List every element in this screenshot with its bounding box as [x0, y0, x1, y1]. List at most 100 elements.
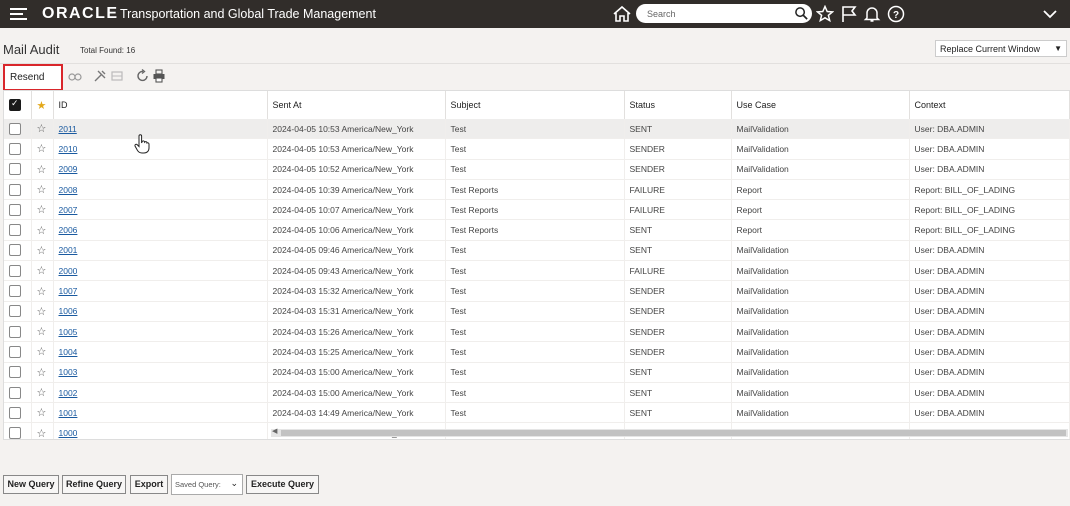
favorite-star-icon[interactable]: ☆	[37, 204, 47, 216]
row-favorite-cell[interactable]: ☆	[31, 321, 54, 343]
export-button[interactable]: Export	[130, 475, 168, 494]
table-row[interactable]: ☆ 1006 2024-04-03 15:31 America/New_York Te…	[4, 301, 1070, 322]
row-select-cell[interactable]	[4, 119, 32, 140]
row-id-link[interactable]: 2001	[59, 245, 78, 255]
table-row[interactable]: ☆ 2010 2024-04-05 10:53 America/New_York Te…	[4, 138, 1070, 160]
chevron-down-icon[interactable]	[1042, 7, 1058, 21]
row-id-link[interactable]: 1000	[59, 428, 78, 438]
column-header-context[interactable]: Context	[909, 91, 1070, 119]
view-icon[interactable]	[68, 69, 82, 83]
row-favorite-cell[interactable]: ☆	[31, 260, 54, 282]
row-id-link[interactable]: 2006	[59, 225, 78, 235]
row-id-link[interactable]: 1001	[59, 408, 78, 418]
row-favorite-cell[interactable]: ☆	[31, 280, 54, 302]
layout-icon[interactable]	[110, 69, 124, 83]
table-row[interactable]: ☆ 2009 2024-04-05 10:52 America/New_York Te…	[4, 159, 1070, 180]
row-favorite-cell[interactable]: ☆	[31, 341, 54, 363]
column-header-id[interactable]: ID	[53, 91, 268, 119]
row-select-cell[interactable]	[4, 199, 32, 221]
row-id-cell[interactable]: 1007	[53, 280, 268, 302]
row-id-link[interactable]: 2007	[59, 205, 78, 215]
row-id-cell[interactable]: 1006	[53, 301, 268, 322]
notifications-bell-icon[interactable]	[863, 5, 881, 23]
row-favorite-cell[interactable]: ☆	[31, 301, 54, 322]
row-id-cell[interactable]: 2009	[53, 159, 268, 180]
row-checkbox[interactable]	[9, 427, 21, 439]
favorite-star-icon[interactable]: ☆	[37, 225, 47, 237]
home-icon[interactable]	[612, 5, 632, 23]
new-query-button[interactable]: New Query	[3, 475, 59, 494]
print-icon[interactable]	[152, 69, 166, 83]
row-select-cell[interactable]	[4, 159, 32, 180]
table-row[interactable]: ☆ 2007 2024-04-05 10:07 America/New_York Te…	[4, 199, 1070, 221]
row-checkbox[interactable]	[9, 345, 21, 358]
row-select-cell[interactable]	[4, 402, 32, 424]
row-select-cell[interactable]	[4, 422, 32, 439]
search-box[interactable]	[636, 4, 812, 23]
row-id-cell[interactable]: 2006	[53, 219, 268, 241]
row-favorite-cell[interactable]: ☆	[31, 119, 54, 140]
favorite-star-icon[interactable]: ☆	[37, 387, 47, 399]
row-favorite-cell[interactable]: ☆	[31, 138, 54, 160]
table-row[interactable]: ☆ 1001 2024-04-03 14:49 America/New_York Te…	[4, 402, 1070, 424]
favorite-star-icon[interactable]: ☆	[37, 265, 47, 277]
favorite-star-icon[interactable]: ☆	[37, 245, 47, 257]
row-checkbox[interactable]	[9, 183, 21, 196]
table-row[interactable]: ☆ 1004 2024-04-03 15:25 America/New_York Te…	[4, 341, 1070, 363]
column-header-subject[interactable]: Subject	[445, 91, 625, 119]
row-favorite-cell[interactable]: ☆	[31, 422, 54, 439]
row-checkbox[interactable]	[9, 264, 21, 277]
row-favorite-cell[interactable]: ☆	[31, 240, 54, 262]
row-id-cell[interactable]: 1003	[53, 362, 268, 383]
row-select-cell[interactable]	[4, 341, 32, 363]
row-checkbox[interactable]	[9, 386, 21, 399]
row-favorite-cell[interactable]: ☆	[31, 382, 54, 404]
saved-query-select[interactable]: Saved Query: ⌄	[171, 474, 243, 495]
select-all-cell[interactable]	[4, 91, 32, 119]
row-select-cell[interactable]	[4, 138, 32, 160]
favorite-star-icon[interactable]: ☆	[37, 346, 47, 358]
row-id-link[interactable]: 1002	[59, 388, 78, 398]
row-id-cell[interactable]: 2001	[53, 240, 268, 262]
row-id-cell[interactable]: 2011	[53, 119, 268, 140]
row-id-link[interactable]: 1003	[59, 367, 78, 377]
row-checkbox[interactable]	[9, 122, 21, 135]
row-id-cell[interactable]: 1000	[53, 422, 268, 439]
table-row[interactable]: ☆ 2008 2024-04-05 10:39 America/New_York Te…	[4, 179, 1070, 201]
column-header-sent-at[interactable]: Sent At	[267, 91, 446, 119]
execute-query-button[interactable]: Execute Query	[246, 475, 319, 494]
favorite-star-icon[interactable]: ☆	[37, 428, 47, 439]
favorite-star-icon[interactable]: ☆	[37, 123, 47, 135]
flag-icon[interactable]	[840, 5, 858, 23]
search-icon[interactable]	[794, 6, 809, 21]
help-icon[interactable]: ?	[887, 5, 905, 23]
row-checkbox[interactable]	[9, 406, 21, 419]
row-select-cell[interactable]	[4, 260, 32, 282]
row-id-cell[interactable]: 1005	[53, 321, 268, 343]
refresh-icon[interactable]	[136, 69, 150, 83]
favorite-star-icon[interactable]: ☆	[37, 367, 47, 379]
row-id-link[interactable]: 2000	[59, 266, 78, 276]
row-id-cell[interactable]: 1004	[53, 341, 268, 363]
row-favorite-cell[interactable]: ☆	[31, 219, 54, 241]
horizontal-scrollbar[interactable]: ◀	[271, 428, 1068, 437]
favorite-star-icon[interactable]: ☆	[37, 407, 47, 419]
column-header-status[interactable]: Status	[624, 91, 732, 119]
row-id-link[interactable]: 1007	[59, 286, 78, 296]
row-id-cell[interactable]: 2008	[53, 179, 268, 201]
row-checkbox[interactable]	[9, 244, 21, 257]
row-select-cell[interactable]	[4, 321, 32, 343]
row-select-cell[interactable]	[4, 362, 32, 383]
favorite-star-icon[interactable]: ☆	[37, 286, 47, 298]
table-row[interactable]: ☆ 1003 2024-04-03 15:00 America/New_York Te…	[4, 362, 1070, 383]
table-row[interactable]: ☆ 1002 2024-04-03 15:00 America/New_York Te…	[4, 382, 1070, 404]
table-row[interactable]: ☆ 2000 2024-04-05 09:43 America/New_York Te…	[4, 260, 1070, 282]
row-id-link[interactable]: 1004	[59, 347, 78, 357]
window-mode-select[interactable]: Replace Current Window ▼	[935, 40, 1067, 57]
favorite-star-icon[interactable]: ☆	[37, 326, 47, 338]
row-id-link[interactable]: 2010	[59, 144, 78, 154]
table-row[interactable]: ☆ 2001 2024-04-05 09:46 America/New_York Te…	[4, 240, 1070, 262]
table-row[interactable]: ☆ 2011 2024-04-05 10:53 America/New_York Te…	[4, 119, 1070, 140]
favorite-star-icon[interactable]: ☆	[37, 306, 47, 318]
row-checkbox[interactable]	[9, 163, 21, 176]
